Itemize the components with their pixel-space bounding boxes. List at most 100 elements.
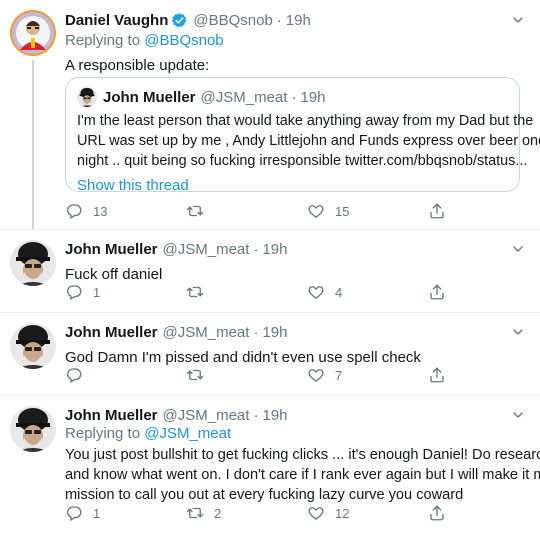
- replying-to-prefix: Replying to: [65, 32, 145, 49]
- separator-dot: ·: [253, 240, 259, 258]
- quoted-tweet-text: I'm the least person that would take any…: [77, 111, 540, 171]
- tweet-text: Fuck off daniel: [65, 266, 163, 283]
- tweet-text-line: mission to call you out at every fucking…: [65, 487, 464, 503]
- like-icon: [307, 202, 325, 220]
- display-name[interactable]: Daniel Vaughn: [65, 12, 168, 29]
- reply-count: 1: [93, 505, 101, 521]
- tweet-john-mueller-2[interactable]: John Mueller @JSM_meat · 19h God Damn I'…: [0, 313, 540, 395]
- reply-button[interactable]: 1: [65, 283, 100, 301]
- show-this-thread-link[interactable]: Show this thread: [77, 177, 508, 194]
- replying-to: Replying to @BBQsnob: [65, 32, 526, 52]
- tweet-text: You just post bullshit to get fucking cl…: [65, 445, 540, 505]
- quoted-text-line: I'm the least person that would take any…: [77, 113, 534, 129]
- chevron-down-icon[interactable]: [510, 12, 526, 28]
- retweet-icon: [186, 366, 204, 384]
- user-handle[interactable]: @JSM_meat: [163, 241, 250, 258]
- share-icon: [428, 283, 446, 301]
- like-icon: [307, 504, 325, 522]
- like-count: 12: [335, 505, 350, 521]
- quoted-tweet[interactable]: John Mueller @JSM_meat · 19h I'm the lea…: [65, 77, 540, 194]
- quoted-text-line: URL was set up by me , Andy Littlejohn a…: [77, 133, 540, 149]
- tweet-text: A responsible update:: [65, 57, 210, 74]
- retweet-button[interactable]: [186, 366, 204, 384]
- retweet-count: 2: [214, 505, 222, 521]
- tweet-text: God Damn I'm pissed and didn't even use …: [65, 349, 421, 366]
- tweet-actions: 7: [65, 366, 455, 384]
- share-icon: [428, 366, 446, 384]
- timestamp[interactable]: 19h: [286, 12, 311, 29]
- quoted-tweet-header: John Mueller @JSM_meat · 19h: [77, 87, 508, 107]
- replying-to-link[interactable]: @JSM_meat: [144, 425, 231, 442]
- retweet-button[interactable]: 2: [186, 504, 221, 522]
- quoted-timestamp: 19h: [300, 88, 326, 106]
- display-name[interactable]: John Mueller: [65, 324, 158, 341]
- share-button[interactable]: [428, 504, 446, 522]
- reply-count: 1: [93, 284, 101, 300]
- timestamp[interactable]: 19h: [262, 241, 287, 258]
- tweet-header: John Mueller @JSM_meat · 19h: [65, 405, 526, 425]
- reply-button[interactable]: 13: [65, 202, 107, 220]
- quoted-avatar: [77, 87, 97, 107]
- retweet-button[interactable]: [186, 283, 204, 301]
- user-handle[interactable]: @JSM_meat: [163, 407, 250, 424]
- tweet-actions: 1 2 12: [65, 504, 455, 522]
- like-icon: [307, 366, 325, 384]
- chevron-down-icon[interactable]: [510, 241, 526, 257]
- verified-badge-icon: [171, 12, 188, 29]
- tweet-daniel-vaughn[interactable]: Daniel Vaughn @BBQsnob · 19h Replying to…: [0, 0, 540, 230]
- replying-to-prefix: Replying to: [65, 425, 145, 442]
- like-count: 7: [335, 367, 343, 383]
- share-button[interactable]: [428, 283, 446, 301]
- tweet-header: John Mueller @JSM_meat · 19h: [65, 239, 526, 259]
- avatar-image: [10, 240, 56, 286]
- replying-to-link[interactable]: @BBQsnob: [144, 32, 223, 49]
- reply-icon: [65, 283, 83, 301]
- like-button[interactable]: 7: [307, 366, 342, 384]
- chevron-down-icon[interactable]: [510, 324, 526, 340]
- like-icon: [307, 283, 325, 301]
- avatar-image: [10, 406, 56, 452]
- retweet-button[interactable]: [186, 202, 204, 220]
- separator-dot: ·: [253, 323, 259, 341]
- display-name[interactable]: John Mueller: [65, 241, 158, 258]
- tweet-john-mueller-3[interactable]: John Mueller @JSM_meat · 19h Replying to…: [0, 396, 540, 538]
- reply-button[interactable]: 1: [65, 504, 100, 522]
- reply-button[interactable]: [65, 366, 83, 384]
- avatar-daniel-vaughn[interactable]: [10, 10, 56, 56]
- reply-icon: [65, 504, 83, 522]
- chevron-down-icon[interactable]: [510, 407, 526, 423]
- avatar-image: [10, 10, 56, 56]
- quoted-handle: @JSM_meat: [200, 88, 288, 106]
- separator-dot: ·: [291, 88, 297, 106]
- reply-icon: [65, 202, 83, 220]
- like-button[interactable]: 12: [307, 504, 349, 522]
- avatar-john-mueller[interactable]: [10, 406, 56, 452]
- tweet-text-line: and know what went on. I don't care if I…: [65, 467, 540, 483]
- timestamp[interactable]: 19h: [262, 407, 287, 424]
- tweet-text-line: You just post bullshit to get fucking cl…: [65, 447, 540, 463]
- tweet-header: John Mueller @JSM_meat · 19h: [65, 322, 526, 342]
- replying-to: Replying to @JSM_meat: [65, 425, 526, 445]
- share-button[interactable]: [428, 202, 446, 220]
- thread-connector: [32, 60, 34, 230]
- tweet-john-mueller-1[interactable]: John Mueller @JSM_meat · 19h Fuck off da…: [0, 230, 540, 312]
- tweet-actions: 1 4: [65, 283, 455, 301]
- user-handle[interactable]: @BBQsnob: [193, 12, 272, 29]
- user-handle[interactable]: @JSM_meat: [163, 324, 250, 341]
- like-count: 4: [335, 284, 343, 300]
- avatar-john-mueller[interactable]: [10, 323, 56, 369]
- separator-dot: ·: [276, 11, 282, 29]
- like-button[interactable]: 4: [307, 283, 342, 301]
- avatar-image: [10, 323, 56, 369]
- retweet-icon: [186, 202, 204, 220]
- share-icon: [428, 504, 446, 522]
- separator-dot: ·: [253, 406, 259, 424]
- quoted-display-name: John Mueller: [103, 88, 196, 106]
- avatar-john-mueller[interactable]: [10, 240, 56, 286]
- quoted-text-line: night .. quit being so fucking irrespons…: [77, 153, 528, 169]
- like-button[interactable]: 15: [307, 202, 349, 220]
- share-button[interactable]: [428, 366, 446, 384]
- timestamp[interactable]: 19h: [262, 324, 287, 341]
- tweet-header: Daniel Vaughn @BBQsnob · 19h: [65, 10, 526, 30]
- display-name[interactable]: John Mueller: [65, 407, 158, 424]
